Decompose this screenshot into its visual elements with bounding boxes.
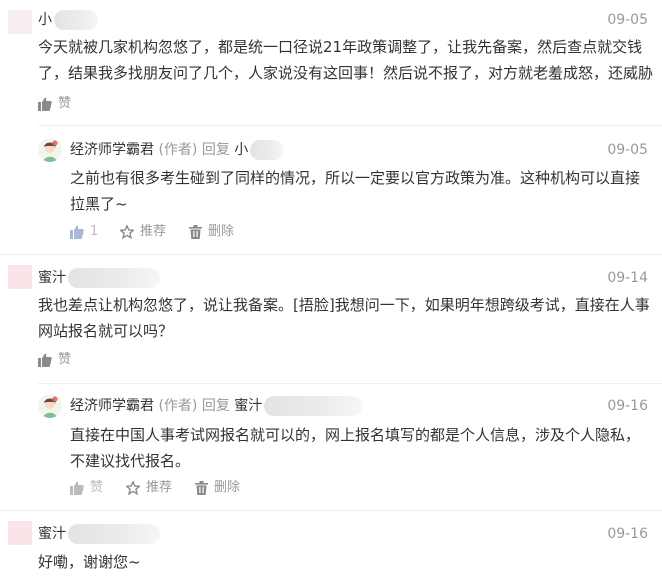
- recommend-label: 推荐: [146, 480, 173, 495]
- like-label: 赞: [58, 352, 72, 367]
- user-name: 蜜汁: [38, 526, 66, 542]
- recommend-button[interactable]: 推荐: [126, 479, 172, 497]
- like-count: 1: [90, 224, 99, 239]
- reply-header: 经济师学霸君 (作者) 回复 蜜汁: [70, 396, 363, 416]
- delete-button[interactable]: 删除: [195, 479, 240, 497]
- comment-date: 09-16: [607, 526, 648, 542]
- comment-user[interactable]: 蜜汁: [38, 268, 160, 288]
- reply-text-line: 不建议找代报名。: [70, 452, 191, 470]
- star-icon: [120, 225, 134, 239]
- comment-text-line: 今天就被几家机构忽悠了，都是统一口径说21年政策调整了，让我先备案，然后查点就交…: [38, 38, 643, 56]
- author-avatar[interactable]: [38, 394, 62, 418]
- like-label: 赞: [58, 96, 72, 111]
- comment-date: 09-05: [607, 12, 648, 28]
- like-button[interactable]: 赞: [38, 95, 71, 113]
- reply-text-line: 之前也有很多考生碰到了同样的情况，所以一定要以官方政策为准。这种机构可以直接: [70, 169, 641, 187]
- star-icon: [126, 481, 140, 495]
- comment-text-line: 网站报名就可以吗？: [38, 322, 174, 340]
- recommend-label: 推荐: [140, 224, 167, 239]
- author-avatar-icon: [38, 138, 62, 162]
- author-tag: (作者): [158, 142, 198, 158]
- trash-icon: [189, 225, 202, 239]
- delete-button[interactable]: 删除: [189, 223, 234, 241]
- reply-header: 经济师学霸君 (作者) 回复 小: [70, 140, 285, 160]
- reply-date: 09-16: [607, 398, 648, 414]
- reply-date: 09-05: [607, 142, 648, 158]
- reply-word: 回复: [201, 398, 230, 414]
- reply-word: 回复: [201, 142, 230, 158]
- blurred-username: [68, 524, 160, 544]
- like-label: 赞: [90, 480, 104, 495]
- recommend-button[interactable]: 推荐: [120, 223, 166, 241]
- comment-date: 09-14: [607, 270, 648, 286]
- user-avatar[interactable]: [8, 10, 32, 34]
- trash-icon: [195, 481, 208, 495]
- comment-text-line: 了，结果我多找朋友问了几个，人家说没有这回事！然后说不报了，对方就老羞成怒，还威…: [38, 64, 654, 82]
- author-avatar[interactable]: [38, 138, 62, 162]
- comment-user[interactable]: 小: [38, 10, 98, 30]
- like-button[interactable]: 赞: [38, 351, 71, 369]
- reply-to-user[interactable]: 蜜汁: [234, 398, 262, 414]
- delete-label: 删除: [208, 224, 235, 239]
- comment-user[interactable]: 蜜汁: [38, 524, 160, 544]
- reply-author[interactable]: 经济师学霸君: [70, 142, 154, 158]
- divider: [38, 383, 662, 384]
- reply-text-line: 拉黑了~: [70, 195, 128, 213]
- like-button[interactable]: 1: [70, 223, 98, 241]
- user-avatar[interactable]: [8, 521, 32, 545]
- delete-label: 删除: [214, 480, 241, 495]
- thumbs-up-icon: [70, 481, 84, 495]
- reply-text-line: 直接在中国人事考试网报名就可以的，网上报名填写的都是个人信息，涉及个人隐私，: [70, 426, 641, 444]
- user-name: 小: [38, 12, 52, 28]
- user-avatar[interactable]: [8, 265, 32, 289]
- blurred-username: [54, 10, 98, 30]
- divider: [0, 254, 662, 255]
- author-avatar-icon: [38, 394, 62, 418]
- user-name: 蜜汁: [38, 270, 66, 286]
- thumbs-up-icon: [38, 353, 52, 367]
- blurred-username: [68, 268, 160, 288]
- blurred-username: [264, 396, 363, 416]
- comment-text-line: 好嘞，谢谢您~: [38, 553, 141, 571]
- thumbs-up-icon: [38, 97, 52, 111]
- thumbs-up-icon: [70, 225, 84, 239]
- blurred-username: [250, 140, 285, 160]
- author-tag: (作者): [158, 398, 198, 414]
- comment-text-line: 我也差点让机构忽悠了，说让我备案。[捂脸]我想问一下，如果明年想跨级考试，直接在…: [38, 296, 650, 314]
- divider: [0, 510, 662, 511]
- like-button[interactable]: 赞: [70, 479, 103, 497]
- reply-to-user[interactable]: 小: [234, 142, 248, 158]
- reply-author[interactable]: 经济师学霸君: [70, 398, 154, 414]
- divider: [38, 125, 662, 126]
